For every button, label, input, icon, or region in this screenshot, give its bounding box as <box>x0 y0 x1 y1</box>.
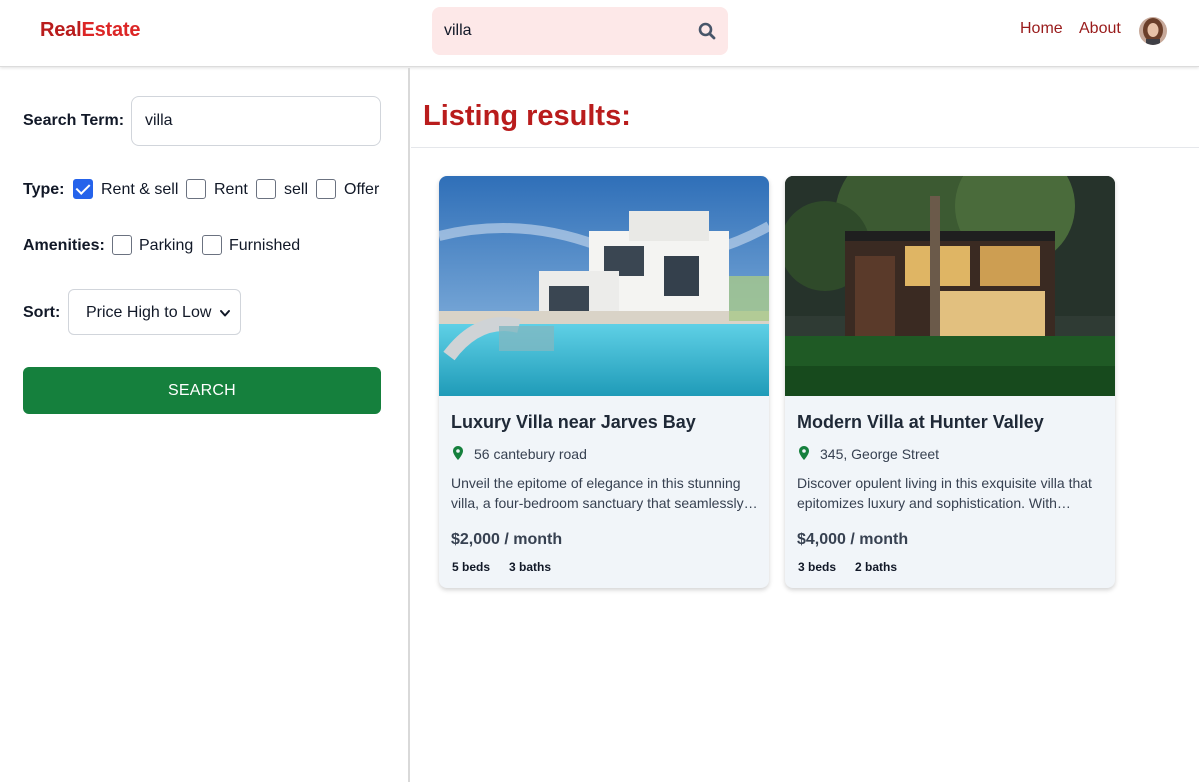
listing-baths: 3 baths <box>509 560 552 574</box>
sort-label: Sort: <box>23 304 61 321</box>
type-rent-and-sell-label: Rent & sell <box>101 181 179 198</box>
listing-price: $4,000 / month <box>797 531 909 548</box>
avatar-image <box>1139 17 1167 45</box>
sort-selected-value: Price High to Low <box>86 304 212 321</box>
listing-address: 345, George Street <box>820 446 940 462</box>
listing-beds: 3 beds <box>798 560 837 574</box>
header-search-input[interactable] <box>444 19 684 43</box>
amenities-label: Amenities: <box>23 237 105 254</box>
type-sell-checkbox[interactable] <box>256 179 276 199</box>
listing-price: $2,000 / month <box>451 531 563 548</box>
listing-image[interactable] <box>785 176 1115 396</box>
listing-image[interactable] <box>439 176 769 396</box>
logo-part-real: Real <box>40 19 82 41</box>
nav-about-link[interactable]: About <box>1079 20 1121 38</box>
search-term-input[interactable] <box>131 96 381 146</box>
type-offer-label: Offer <box>344 181 380 198</box>
amenity-parking-label: Parking <box>139 237 194 254</box>
divider <box>411 147 1199 148</box>
site-header: RealEstate Home About <box>0 0 1199 67</box>
type-rent-and-sell-checkbox[interactable] <box>73 179 93 199</box>
chevron-down-icon <box>220 310 230 317</box>
modern-villa-night-photo <box>785 176 1115 396</box>
type-rent-label: Rent <box>214 181 248 198</box>
type-rent-checkbox[interactable] <box>186 179 206 199</box>
location-pin-icon <box>799 446 809 460</box>
amenity-furnished-label: Furnished <box>229 237 301 254</box>
logo-part-estate: Estate <box>81 19 141 41</box>
listing-baths: 2 baths <box>855 560 898 574</box>
listing-title[interactable]: Luxury Villa near Jarves Bay <box>451 412 696 433</box>
results-title: Listing results: <box>423 100 631 132</box>
type-offer-checkbox[interactable] <box>316 179 336 199</box>
sort-select[interactable]: Price High to Low <box>68 289 241 335</box>
listing-card[interactable]: Modern Villa at Hunter Valley 345, Georg… <box>785 176 1115 588</box>
type-label: Type: <box>23 181 65 198</box>
listing-description: Discover opulent living in this exquisit… <box>797 475 1092 511</box>
listing-description: Unveil the epitome of elegance in this s… <box>451 475 744 511</box>
header-search-bar <box>432 7 728 55</box>
listing-title[interactable]: Modern Villa at Hunter Valley <box>797 412 1044 433</box>
amenity-furnished-checkbox[interactable] <box>202 235 222 255</box>
search-icon[interactable] <box>698 22 716 40</box>
villa-pool-photo <box>439 176 769 396</box>
search-button[interactable]: SEARCH <box>23 367 381 414</box>
avatar[interactable] <box>1139 17 1167 45</box>
filter-sidebar: Search Term: Type: Rent & sell Rent sell… <box>0 68 410 782</box>
search-term-label: Search Term: <box>23 112 125 129</box>
listing-beds: 5 beds <box>452 560 491 574</box>
nav-home-link[interactable]: Home <box>1020 20 1063 38</box>
amenity-parking-checkbox[interactable] <box>112 235 132 255</box>
listing-card[interactable]: Luxury Villa near Jarves Bay 56 cantebur… <box>439 176 769 588</box>
logo[interactable]: RealEstate <box>40 19 140 42</box>
type-sell-label: sell <box>284 181 309 198</box>
listing-address: 56 cantebury road <box>474 446 587 462</box>
location-pin-icon <box>453 446 463 460</box>
